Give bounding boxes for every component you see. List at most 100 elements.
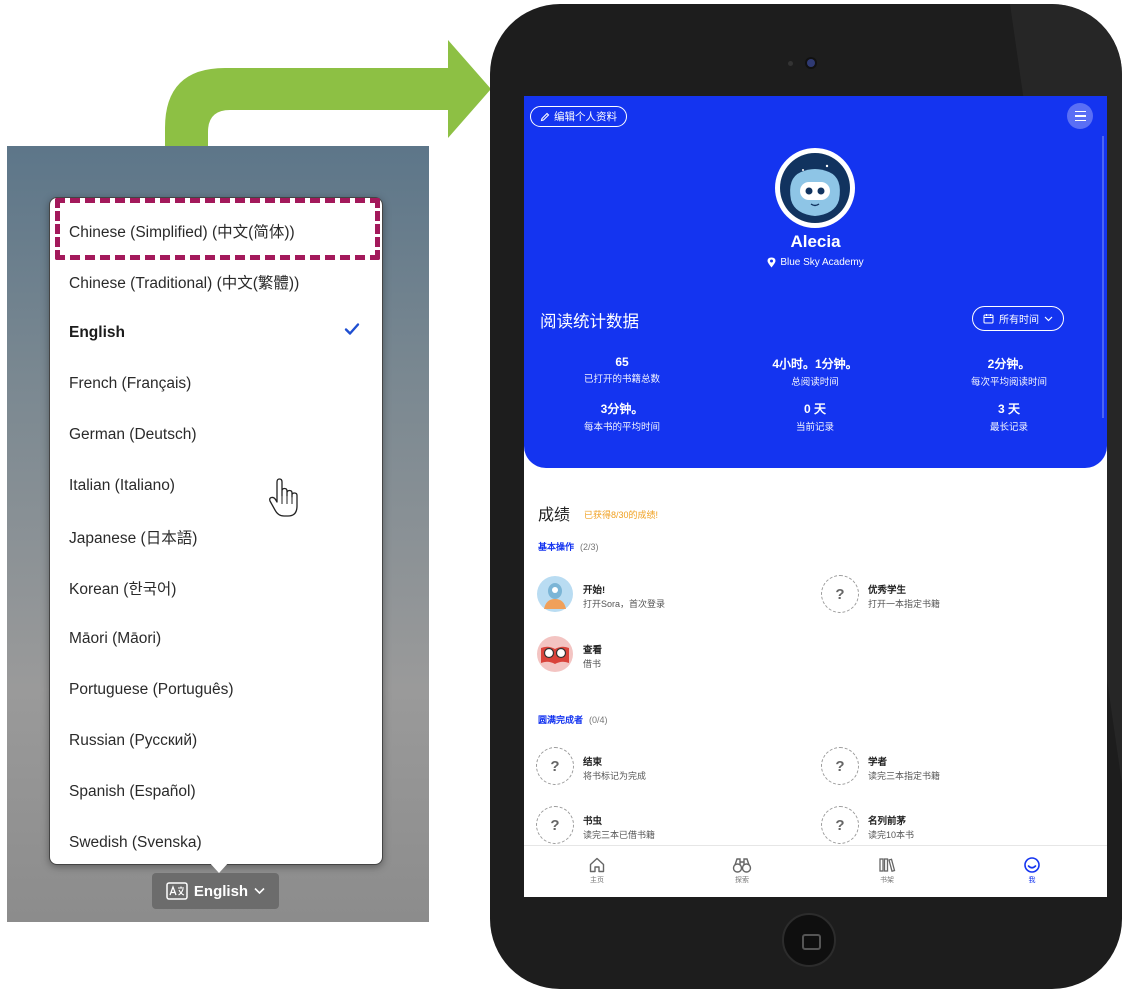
stat-label: 当前记录 — [795, 422, 834, 433]
achievement-desc: 将书标记为完成 — [583, 771, 647, 781]
nav-shelf[interactable]: 书架 — [867, 856, 907, 885]
stat-label: 最长记录 — [989, 422, 1028, 433]
achievement-desc: 借书 — [583, 659, 602, 669]
achievement-item[interactable]: ? 书虫 读完三本已借书籍 — [536, 806, 806, 846]
achievements-count: 已获得8/30的成绩! — [584, 510, 659, 520]
bottom-nav: 主页 探索 书架 我 — [524, 845, 1107, 897]
language-option-chinese-traditional[interactable]: Chinese (Traditional) (中文(繁體)) — [50, 256, 382, 307]
language-option-label: Spanish (Español) — [69, 782, 196, 800]
stat-label: 每次平均阅读时间 — [970, 377, 1047, 388]
camera-icon — [807, 59, 815, 67]
school-line: Blue Sky Academy — [524, 257, 1107, 268]
language-option-label: Russian (Русский) — [69, 731, 198, 749]
stat-books-opened: 65 已打开的书籍总数 — [527, 355, 717, 385]
achievement-item[interactable]: 查看 借书 — [536, 635, 806, 675]
language-option-label: Japanese (日本語) — [69, 529, 198, 547]
achievement-title: 名列前茅 — [868, 816, 907, 827]
stat-avg-session: 2分钟。 每次平均阅读时间 — [914, 355, 1104, 388]
stat-total-time: 4小时。1分钟。 总阅读时间 — [720, 355, 910, 388]
achievement-desc: 读完三本已借书籍 — [583, 830, 656, 840]
achievement-item[interactable]: ? 结束 将书标记为完成 — [536, 747, 806, 787]
language-option-label: Portuguese (Português) — [69, 680, 234, 698]
sensor-dot — [788, 61, 793, 66]
section-name[interactable]: 基本操作 — [538, 542, 574, 552]
nav-label: 探索 — [735, 877, 749, 884]
hand-cursor-icon — [269, 478, 298, 517]
translate-icon — [166, 882, 188, 900]
stat-value: 0 天 — [803, 402, 826, 416]
language-option-maori[interactable]: Māori (Māori) — [50, 613, 382, 664]
language-toggle-label: English — [193, 882, 249, 900]
calendar-icon — [983, 314, 994, 324]
time-filter-label: 所有时间 — [999, 315, 1039, 326]
language-option-chinese-simplified[interactable]: Chinese (Simplified) (中文(简体)) — [50, 205, 382, 256]
achievement-title: 结束 — [583, 757, 603, 768]
section-name[interactable]: 圆满完成者 — [538, 715, 583, 725]
stat-value: 3分钟。 — [600, 402, 644, 416]
language-option-russian[interactable]: Russian (Русский) — [50, 715, 382, 766]
language-option-italian[interactable]: Italian (Italiano) — [50, 460, 382, 511]
section-label-basic: 基本操作 (2/3) — [538, 540, 599, 553]
language-toggle-button[interactable]: English — [152, 873, 279, 909]
user-name: Alecia — [790, 232, 841, 251]
language-option-label: Swedish (Svenska) — [69, 833, 202, 851]
language-option-label: Italian (Italiano) — [69, 476, 175, 494]
nav-explore[interactable]: 探索 — [722, 856, 762, 885]
time-filter-dropdown[interactable]: 所有时间 — [972, 306, 1064, 331]
language-option-label: Chinese (Simplified) (中文(简体)) — [69, 223, 295, 241]
language-option-french[interactable]: French (Français) — [50, 358, 382, 409]
achievement-desc: 打开Sora，首次登录 — [583, 599, 666, 609]
location-pin-icon — [767, 257, 776, 268]
pencil-icon — [540, 112, 550, 121]
achievement-desc: 打开一本指定书籍 — [868, 599, 941, 609]
achievement-title: 查看 — [583, 645, 603, 656]
language-option-label: French (Français) — [69, 374, 192, 392]
achievement-item[interactable]: ? 优秀学生 打开一本指定书籍 — [821, 575, 1091, 615]
nav-home[interactable]: 主页 — [577, 856, 617, 885]
edit-profile-button[interactable]: 编辑个人资料 — [530, 106, 627, 127]
stat-label: 已打开的书籍总数 — [583, 374, 660, 385]
nav-me[interactable]: 我 — [1012, 856, 1052, 885]
stat-value: 2分钟。 — [987, 357, 1031, 371]
language-option-label: English — [69, 323, 125, 341]
language-option-spanish[interactable]: Spanish (Español) — [50, 766, 382, 817]
language-option-label: Chinese (Traditional) (中文(繁體)) — [69, 274, 300, 292]
rocket-badge-icon — [537, 576, 573, 612]
stats-title: 阅读统计数据 — [540, 313, 639, 331]
language-menu: Chinese (Simplified) (中文(简体)) Chinese (T… — [49, 197, 383, 865]
nav-label: 我 — [1028, 877, 1036, 884]
achievement-item[interactable]: ? 学者 读完三本指定书籍 — [821, 747, 1091, 787]
question-badge-icon: ? — [821, 747, 859, 785]
language-option-label: Māori (Māori) — [69, 629, 162, 647]
language-option-japanese[interactable]: Japanese (日本語) — [50, 511, 382, 562]
language-option-german[interactable]: German (Deutsch) — [50, 409, 382, 460]
menu-icon[interactable] — [1067, 103, 1093, 129]
stat-value: 4小时。1分钟。 — [772, 357, 858, 371]
question-badge-icon: ? — [536, 747, 574, 785]
achievement-item[interactable]: ? 名列前茅 读完10本书 — [821, 806, 1091, 846]
avatar — [775, 148, 855, 228]
achievement-desc: 读完三本指定书籍 — [868, 771, 941, 781]
stat-value: 3 天 — [997, 402, 1020, 416]
stat-longest-streak: 3 天 最长记录 — [914, 400, 1104, 433]
school-name: Blue Sky Academy — [780, 257, 864, 268]
stat-avg-per-book: 3分钟。 每本书的平均时间 — [527, 400, 717, 433]
achievement-desc: 读完10本书 — [868, 830, 915, 840]
achievement-item[interactable]: 开始! 打开Sora，首次登录 — [536, 575, 806, 615]
language-option-label: German (Deutsch) — [69, 425, 197, 443]
language-option-korean[interactable]: Korean (한국어) — [50, 562, 382, 613]
profile-card: 编辑个人资料 Alecia Blue Sky Academy 阅读统计数据 所有… — [524, 96, 1107, 468]
stat-current-streak: 0 天 当前记录 — [720, 400, 910, 433]
achievement-title: 学者 — [868, 757, 888, 768]
stat-label: 总阅读时间 — [791, 377, 839, 388]
binoculars-icon — [732, 858, 752, 873]
book-badge-icon — [537, 636, 573, 672]
language-option-portuguese[interactable]: Portuguese (Português) — [50, 664, 382, 715]
achievement-title: 开始! — [583, 585, 606, 596]
language-option-english[interactable]: English — [50, 307, 382, 358]
chevron-down-icon — [254, 887, 265, 895]
stat-value: 65 — [615, 355, 629, 369]
achievement-title: 优秀学生 — [868, 585, 907, 596]
home-button[interactable] — [782, 913, 836, 967]
section-count: (0/4) — [589, 715, 608, 725]
